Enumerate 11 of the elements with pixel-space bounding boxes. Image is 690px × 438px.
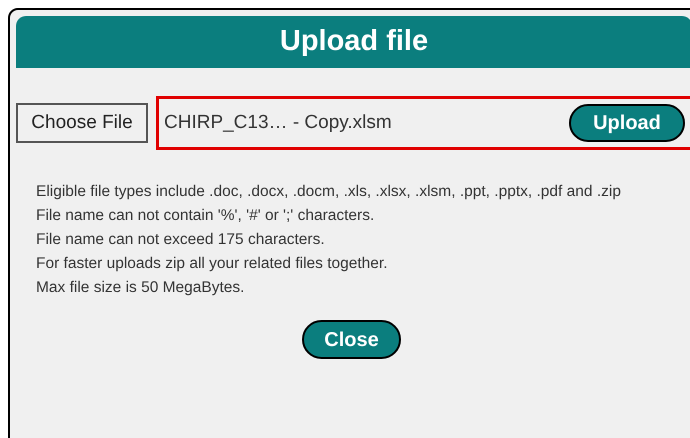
info-text: File name can not exceed 175 characters. xyxy=(36,230,326,250)
info-text: For faster uploads zip all your related files together. xyxy=(36,254,389,274)
choose-file-button[interactable]: Choose File xyxy=(16,103,148,143)
upload-button[interactable]: Upload xyxy=(569,104,685,142)
close-button[interactable]: Close xyxy=(302,320,401,359)
info-text: Max file size is 50 MegaBytes. xyxy=(36,278,246,298)
info-text: File name can not contain '%', '#' or ';' characters. xyxy=(36,206,376,226)
info-text: Eligible file types include .doc, .docx, .docm, .xls, .xlsx, .xlsm, .ppt, .pptx, .pdf and .zip xyxy=(36,182,622,202)
file-name: CHIRP_C13… - Copy.xlsm xyxy=(164,110,392,135)
file-field[interactable]: CHIRP_C13… - Copy.xlsm Upload xyxy=(156,96,690,150)
dialog-title: Upload file xyxy=(16,16,690,68)
